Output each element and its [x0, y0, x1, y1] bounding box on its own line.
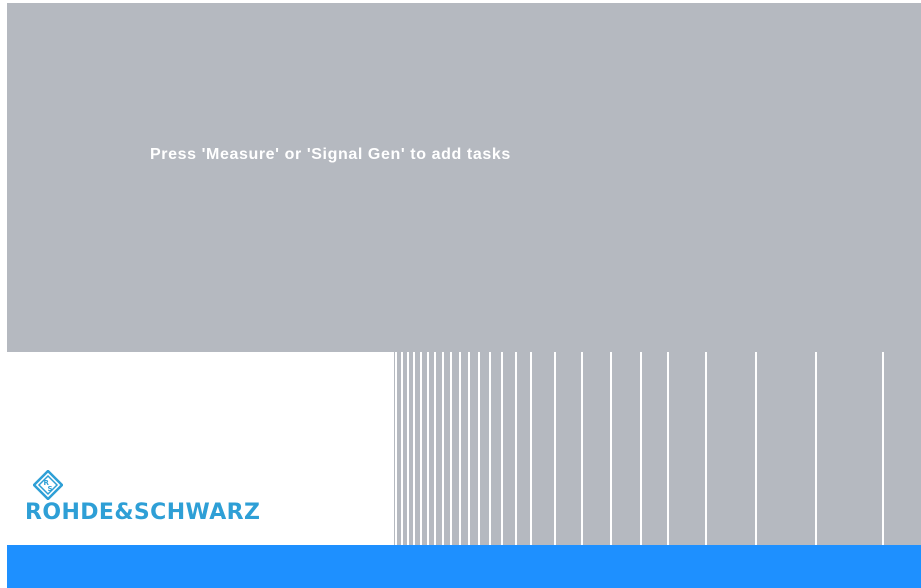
stripe — [459, 352, 461, 545]
stripe — [442, 352, 444, 545]
stripe — [667, 352, 669, 545]
stripe — [395, 352, 397, 545]
stripe — [610, 352, 612, 545]
stripe — [450, 352, 452, 545]
stripe — [427, 352, 429, 545]
stripe — [581, 352, 583, 545]
stripe — [501, 352, 503, 545]
stripe — [420, 352, 422, 545]
stripe — [515, 352, 517, 545]
stripe — [815, 352, 817, 545]
stripe — [755, 352, 757, 545]
welcome-screen: Press 'Measure' or 'Signal Gen' to add t… — [0, 0, 921, 588]
bottom-left-edge — [0, 545, 7, 588]
rohde-schwarz-diamond-icon: R S — [33, 470, 63, 500]
task-area-panel — [7, 3, 921, 352]
stripe — [407, 352, 409, 545]
stripe — [468, 352, 470, 545]
stripe — [401, 352, 403, 545]
stripe — [882, 352, 884, 545]
stripe — [705, 352, 707, 545]
add-tasks-hint: Press 'Measure' or 'Signal Gen' to add t… — [150, 146, 511, 163]
stripe — [640, 352, 642, 545]
decorative-stripes — [394, 352, 921, 545]
stripe — [478, 352, 480, 545]
status-bar — [7, 545, 921, 588]
stripe — [489, 352, 491, 545]
stripe — [530, 352, 532, 545]
company-name: ROHDE&SCHWARZ — [25, 500, 261, 525]
svg-text:S: S — [48, 485, 53, 493]
stripe — [413, 352, 415, 545]
stripe — [554, 352, 556, 545]
stripe — [434, 352, 436, 545]
